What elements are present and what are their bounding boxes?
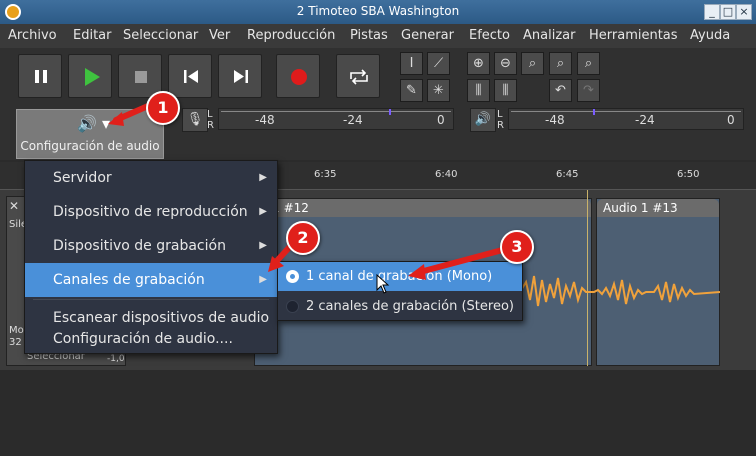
callout-badge: 3 [500,230,534,264]
callout-badge: 2 [286,221,320,255]
callout-arrows [108,103,513,280]
callout-badge: 1 [146,91,180,125]
mouse-pointer-icon [376,274,390,294]
